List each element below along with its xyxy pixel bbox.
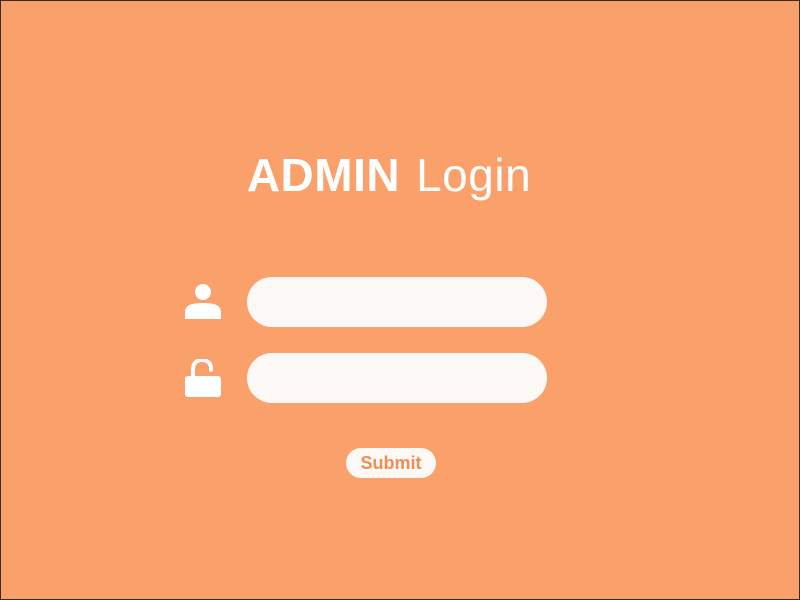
title-login: Login <box>416 149 532 201</box>
password-input[interactable] <box>247 353 547 403</box>
login-screen: ADMIN Login Submit <box>0 0 800 600</box>
username-row <box>181 277 547 327</box>
page-title: ADMIN Login <box>1 147 777 203</box>
submit-button[interactable]: Submit <box>346 448 436 478</box>
password-field-box <box>247 353 547 403</box>
title-admin: ADMIN <box>246 149 401 201</box>
username-field-box <box>247 277 547 327</box>
username-input[interactable] <box>247 277 547 327</box>
unlock-icon <box>185 359 221 397</box>
user-icon <box>185 284 221 319</box>
password-row <box>181 353 547 403</box>
